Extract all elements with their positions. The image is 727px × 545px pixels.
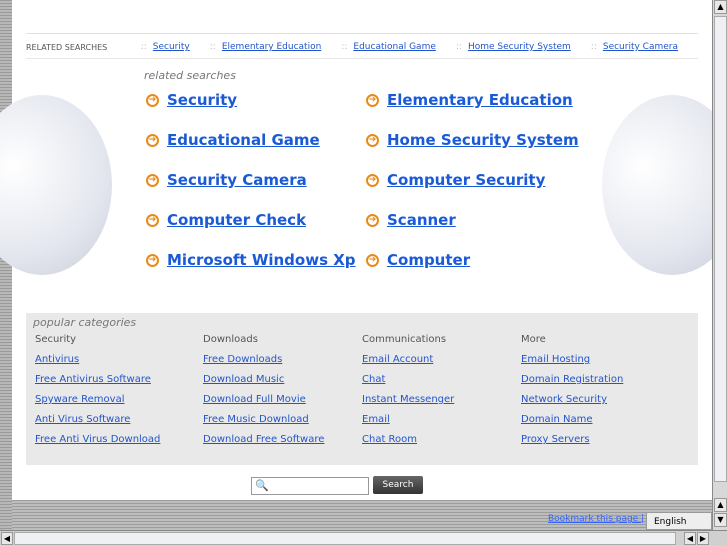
category-column: Security Antivirus Free Antivirus Software… xyxy=(35,334,160,454)
related-search-item[interactable]: ➔ Computer xyxy=(366,250,586,270)
category-heading: More xyxy=(521,334,546,345)
arrow-right-icon: ➔ xyxy=(366,133,379,147)
category-link[interactable]: Free Anti Virus Download xyxy=(35,434,160,454)
arrow-right-icon: ➔ xyxy=(366,173,379,187)
search-icon: 🔍 xyxy=(255,479,269,492)
related-search-link[interactable]: Computer Security xyxy=(387,171,545,189)
scroll-down-icon[interactable]: ▼ xyxy=(714,513,727,527)
category-link[interactable]: Network Security xyxy=(521,394,623,414)
related-bar-link[interactable]: Security Camera xyxy=(603,42,678,52)
decorative-orb-left xyxy=(0,95,112,275)
related-search-item[interactable]: ➔ Elementary Education xyxy=(366,90,586,110)
divider xyxy=(26,33,698,34)
scroll-up-icon[interactable]: ▲ xyxy=(714,0,727,14)
divider xyxy=(26,58,698,59)
related-bar-link[interactable]: Educational Game xyxy=(353,42,435,52)
related-search-link[interactable]: Security Camera xyxy=(167,171,307,189)
page-content: RELATED SEARCHES :: Security:: Elementary … xyxy=(0,0,727,500)
search-input[interactable]: 🔍 xyxy=(251,477,369,495)
category-link[interactable]: Domain Registration xyxy=(521,374,623,394)
separator: :: xyxy=(455,42,462,52)
category-heading: Communications xyxy=(362,334,447,345)
category-column: More Email Hosting Domain Registration Netw… xyxy=(521,334,623,454)
arrow-right-icon: ➔ xyxy=(146,253,159,267)
related-bar-link[interactable]: Security xyxy=(153,42,190,52)
category-heading: Security xyxy=(35,334,77,345)
decorative-orb-right xyxy=(602,95,727,275)
arrow-right-icon: ➔ xyxy=(146,173,159,187)
arrow-right-icon: ➔ xyxy=(146,133,159,147)
category-link[interactable]: Free Downloads xyxy=(203,354,324,374)
separator: :: xyxy=(209,42,216,52)
category-link[interactable]: Domain Name xyxy=(521,414,623,434)
category-link[interactable]: Email Account xyxy=(362,354,454,374)
related-search-link[interactable]: Microsoft Windows Xp xyxy=(167,251,356,269)
separator: :: xyxy=(140,42,147,52)
horizontal-scrollbar[interactable]: ◀ ◀ ▶ xyxy=(0,530,727,545)
related-search-link[interactable]: Educational Game xyxy=(167,131,320,149)
related-search-item[interactable]: ➔ Computer Check xyxy=(146,210,366,230)
related-search-item[interactable]: ➔ Microsoft Windows Xp xyxy=(146,250,366,270)
related-searches-bar: RELATED SEARCHES :: Security:: Elementary … xyxy=(26,38,698,56)
category-link[interactable]: Instant Messenger xyxy=(362,394,454,414)
related-search-link[interactable]: Security xyxy=(167,91,237,109)
related-search-item[interactable]: ➔ Home Security System xyxy=(366,130,586,150)
separator: :: xyxy=(590,42,597,52)
category-link[interactable]: Email Hosting xyxy=(521,354,623,374)
arrow-right-icon: ➔ xyxy=(146,213,159,227)
category-link[interactable]: Download Full Movie xyxy=(203,394,324,414)
category-column: Communications Email Account Chat Instant M… xyxy=(362,334,454,454)
category-link[interactable]: Free Music Download xyxy=(203,414,324,434)
scroll-thumb[interactable] xyxy=(14,532,676,545)
language-select[interactable]: English xyxy=(646,512,712,530)
scroll-thumb[interactable] xyxy=(714,16,727,482)
category-link[interactable]: Proxy Servers xyxy=(521,434,623,454)
related-searches-heading: related searches xyxy=(144,69,236,82)
category-link[interactable]: Email xyxy=(362,414,454,434)
related-search-item[interactable]: ➔ Security Camera xyxy=(146,170,366,190)
related-search-item[interactable]: ➔ Educational Game xyxy=(146,130,366,150)
scroll-up-icon[interactable]: ▲ xyxy=(714,498,727,512)
related-search-link[interactable]: Elementary Education xyxy=(387,91,573,109)
related-searches-grid: ➔ Security ➔ Elementary Education ➔ Education… xyxy=(146,90,586,270)
arrow-right-icon: ➔ xyxy=(366,213,379,227)
related-searches-label: RELATED SEARCHES xyxy=(26,42,108,52)
popular-categories: popular categories Security Antivirus Free… xyxy=(26,313,698,465)
category-link[interactable]: Spyware Removal xyxy=(35,394,160,414)
category-link[interactable]: Download Music xyxy=(203,374,324,394)
related-bar-link[interactable]: Home Security System xyxy=(468,42,571,52)
related-bar-link[interactable]: Elementary Education xyxy=(222,42,321,52)
category-link[interactable]: Chat Room xyxy=(362,434,454,454)
arrow-right-icon: ➔ xyxy=(366,93,379,107)
arrow-right-icon: ➔ xyxy=(366,253,379,267)
category-link[interactable]: Free Antivirus Software xyxy=(35,374,160,394)
category-link[interactable]: Antivirus xyxy=(35,354,160,374)
category-column: Downloads Free Downloads Download Music Dow… xyxy=(203,334,324,454)
search-button[interactable]: Search xyxy=(373,476,423,494)
related-search-item[interactable]: ➔ Security xyxy=(146,90,366,110)
category-link[interactable]: Download Free Software xyxy=(203,434,324,454)
category-link[interactable]: Chat xyxy=(362,374,454,394)
related-search-link[interactable]: Computer xyxy=(387,251,470,269)
related-search-link[interactable]: Computer Check xyxy=(167,211,306,229)
arrow-right-icon: ➔ xyxy=(146,93,159,107)
separator: :: xyxy=(341,42,348,52)
popular-categories-title: popular categories xyxy=(33,316,137,329)
related-search-item[interactable]: ➔ Computer Security xyxy=(366,170,586,190)
related-search-link[interactable]: Home Security System xyxy=(387,131,579,149)
scroll-left-icon[interactable]: ◀ xyxy=(1,532,13,545)
vertical-scrollbar[interactable]: ▲ ▲ ▼ xyxy=(712,0,727,530)
related-search-link[interactable]: Scanner xyxy=(387,211,456,229)
bookmark-link[interactable]: Bookmark this page | xyxy=(548,514,644,524)
category-link[interactable]: Anti Virus Software xyxy=(35,414,160,434)
related-search-item[interactable]: ➔ Scanner xyxy=(366,210,586,230)
scroll-right-icon[interactable]: ▶ xyxy=(697,532,709,545)
scroll-left-icon[interactable]: ◀ xyxy=(684,532,696,545)
category-heading: Downloads xyxy=(203,334,258,345)
